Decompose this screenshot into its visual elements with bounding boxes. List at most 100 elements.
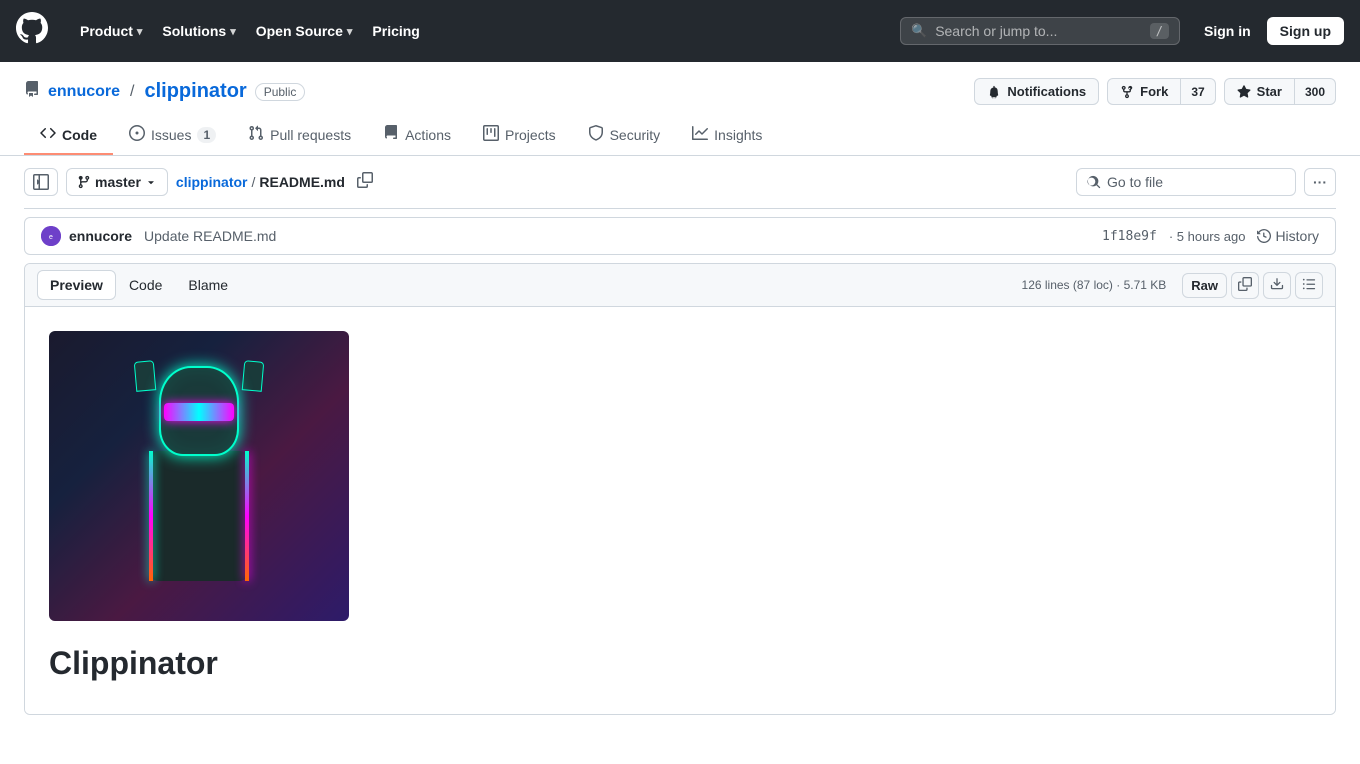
fork-icon: [1120, 85, 1134, 99]
bell-icon: [987, 85, 1001, 99]
branch-name: master: [95, 174, 141, 190]
star-icon: [1237, 85, 1251, 99]
chevron-down-icon: ▾: [137, 25, 143, 38]
history-button[interactable]: History: [1257, 228, 1319, 244]
raw-button[interactable]: Raw: [1182, 273, 1227, 298]
file-meta: 126 lines (87 loc) · 5.71 KB: [1022, 278, 1167, 292]
main-content: master clippinator / README.md Go to fil…: [0, 156, 1360, 739]
breadcrumb: clippinator / README.md: [176, 174, 345, 190]
fork-count-button[interactable]: 37: [1181, 78, 1215, 105]
file-browser-toolbar: master clippinator / README.md Go to fil…: [24, 156, 1336, 209]
nav-pricing[interactable]: Pricing: [364, 17, 427, 45]
commit-time: · 5 hours ago: [1169, 229, 1246, 244]
figure-ear-right: [242, 360, 265, 392]
security-icon: [588, 125, 604, 145]
search-box[interactable]: 🔍 Search or jump to... /: [900, 17, 1180, 45]
avatar: e: [41, 226, 61, 246]
figure-head: [159, 366, 239, 456]
nav-solutions[interactable]: Solutions ▾: [154, 17, 243, 45]
repo-header: ennucore / clippinator Public Notificati…: [0, 62, 1360, 156]
projects-icon: [483, 125, 499, 145]
search-icon: [1087, 175, 1101, 189]
branch-icon: [77, 175, 91, 189]
star-count-button[interactable]: 300: [1295, 78, 1336, 105]
commit-author[interactable]: ennucore: [69, 228, 132, 244]
commit-meta: 1f18e9f · 5 hours ago History: [1102, 228, 1319, 244]
tab-pull-requests[interactable]: Pull requests: [232, 117, 367, 155]
file-action-buttons: Raw: [1182, 272, 1323, 299]
file-viewer-header: Preview Code Blame 126 lines (87 loc) · …: [25, 264, 1335, 307]
tab-actions[interactable]: Actions: [367, 117, 467, 155]
viewer-tab-blame[interactable]: Blame: [175, 270, 241, 300]
commit-message: Update README.md: [144, 228, 276, 244]
nav-open-source[interactable]: Open Source ▾: [248, 17, 361, 45]
issues-badge: 1: [197, 127, 216, 143]
pr-icon: [248, 125, 264, 145]
more-options-button[interactable]: ···: [1304, 168, 1336, 196]
star-label: Star: [1257, 84, 1282, 99]
viewer-tab-code[interactable]: Code: [116, 270, 175, 300]
tab-security[interactable]: Security: [572, 117, 677, 155]
code-icon: [40, 125, 56, 145]
readme-title: Clippinator: [49, 645, 1311, 682]
file-viewer: Preview Code Blame 126 lines (87 loc) · …: [24, 263, 1336, 715]
search-icon: 🔍: [911, 23, 927, 39]
glow-right: [245, 451, 249, 581]
tab-code[interactable]: Code: [24, 117, 113, 155]
commit-row: e ennucore Update README.md 1f18e9f · 5 …: [24, 217, 1336, 255]
figure: [119, 356, 279, 596]
auth-buttons: Sign in Sign up: [1196, 17, 1344, 45]
notifications-button[interactable]: Notifications: [974, 78, 1099, 105]
copy-raw-button[interactable]: [1231, 272, 1259, 299]
download-button[interactable]: [1263, 272, 1291, 299]
commit-hash[interactable]: 1f18e9f: [1102, 229, 1157, 244]
figure-ear-left: [134, 360, 157, 392]
tab-issues[interactable]: Issues 1: [113, 117, 232, 155]
file-meta-text: 126 lines (87 loc) · 5.71 KB: [1022, 278, 1167, 292]
repo-icon: [24, 81, 40, 102]
chevron-down-icon: ▾: [347, 25, 353, 38]
history-icon: [1257, 229, 1271, 243]
fork-button[interactable]: Fork: [1107, 78, 1181, 105]
breadcrumb-separator: /: [251, 174, 255, 190]
star-button[interactable]: Star: [1224, 78, 1295, 105]
sidebar-toggle-button[interactable]: [24, 168, 58, 196]
branch-selector[interactable]: master: [66, 168, 168, 196]
figure-body: [149, 451, 249, 581]
breadcrumb-repo-link[interactable]: clippinator: [176, 174, 248, 190]
repo-title-row: ennucore / clippinator Public Notificati…: [24, 78, 1336, 105]
copy-path-button[interactable]: [353, 170, 377, 195]
breadcrumb-file: README.md: [259, 174, 345, 190]
goto-file-input[interactable]: Go to file: [1076, 168, 1296, 196]
figure-visor: [164, 403, 234, 421]
top-navigation: Product ▾ Solutions ▾ Open Source ▾ Pric…: [0, 0, 1360, 62]
notifications-label: Notifications: [1007, 84, 1086, 99]
tab-projects[interactable]: Projects: [467, 117, 572, 155]
history-label: History: [1275, 228, 1319, 244]
insights-icon: [692, 125, 708, 145]
sign-in-button[interactable]: Sign in: [1196, 18, 1259, 44]
star-group: Star 300: [1224, 78, 1336, 105]
fork-label: Fork: [1140, 84, 1168, 99]
nav-product[interactable]: Product ▾: [72, 17, 150, 45]
repo-sep: /: [130, 83, 134, 101]
toc-button[interactable]: [1295, 272, 1323, 299]
repo-visibility-badge: Public: [255, 83, 306, 101]
repo-action-buttons: Notifications Fork 37 Star: [974, 78, 1336, 105]
nav-items: Product ▾ Solutions ▾ Open Source ▾ Pric…: [72, 17, 884, 45]
chevron-down-icon: [145, 176, 157, 188]
actions-icon: [383, 125, 399, 145]
issues-icon: [129, 125, 145, 145]
viewer-tab-preview[interactable]: Preview: [37, 270, 116, 300]
goto-file-placeholder: Go to file: [1107, 174, 1163, 190]
sign-up-button[interactable]: Sign up: [1267, 17, 1344, 45]
fork-group: Fork 37: [1107, 78, 1216, 105]
chevron-down-icon: ▾: [230, 25, 236, 38]
github-logo[interactable]: [16, 12, 48, 51]
tab-insights[interactable]: Insights: [676, 117, 778, 155]
file-content: Clippinator: [25, 307, 1335, 714]
svg-text:e: e: [49, 234, 53, 241]
repo-name-link[interactable]: clippinator: [144, 80, 246, 103]
glow-left: [149, 451, 153, 581]
repo-owner-link[interactable]: ennucore: [48, 83, 120, 101]
